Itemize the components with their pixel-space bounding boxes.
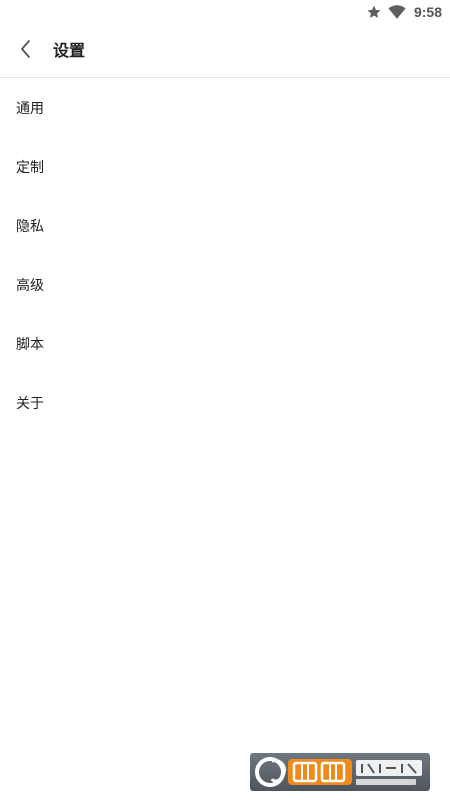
settings-item-general[interactable]: 通用 <box>0 78 450 137</box>
settings-item-label: 关于 <box>16 395 44 412</box>
settings-item-label: 定制 <box>16 159 44 176</box>
star-icon <box>366 4 382 20</box>
app-bar: 设置 <box>0 24 450 78</box>
settings-item-label: 通用 <box>16 100 44 117</box>
settings-item-about[interactable]: 关于 <box>0 373 450 432</box>
settings-item-label: 脚本 <box>16 336 44 353</box>
settings-item-advanced[interactable]: 高级 <box>0 255 450 314</box>
settings-item-privacy[interactable]: 隐私 <box>0 196 450 255</box>
status-icons: 9:58 <box>366 2 442 22</box>
settings-item-label: 隐私 <box>16 218 44 235</box>
watermark-logo <box>250 753 430 791</box>
status-bar: 9:58 <box>0 0 450 24</box>
page-title: 设置 <box>53 41 86 60</box>
settings-item-customize[interactable]: 定制 <box>0 137 450 196</box>
back-button[interactable] <box>8 33 44 69</box>
wifi-icon <box>388 4 406 20</box>
settings-item-scripts[interactable]: 脚本 <box>0 314 450 373</box>
settings-list: 通用 定制 隐私 高级 脚本 关于 <box>0 78 450 432</box>
chevron-left-icon <box>19 39 33 63</box>
settings-item-label: 高级 <box>16 277 44 294</box>
watermark-logo-graphic <box>255 757 422 787</box>
status-time: 9:58 <box>413 4 442 20</box>
